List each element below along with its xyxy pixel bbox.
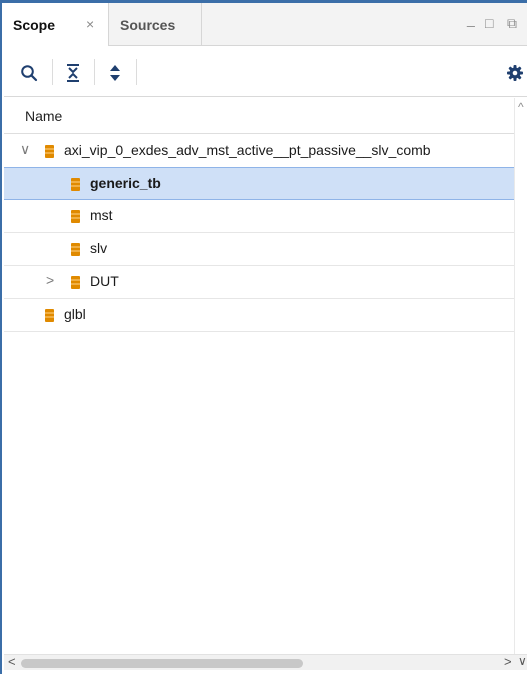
scroll-left-icon[interactable]: < [8,654,16,669]
gear-icon [507,65,523,81]
tab-sources-label: Sources [120,16,176,33]
tab-sources[interactable]: Sources [110,3,202,46]
tree-row-label: DUT [90,273,119,289]
tab-strip: Scope × Sources _ □ ⧉ [4,3,527,46]
toolbar-separator [94,59,95,85]
maximize-icon[interactable]: □ [485,15,493,31]
tree-row-label: glbl [64,306,86,322]
tree-row-label: mst [90,207,113,223]
chevron-down-icon[interactable]: ∨ [20,141,30,158]
scroll-up-icon[interactable]: ^ [518,100,524,114]
tab-scope[interactable]: Scope × [4,3,109,46]
column-header-label: Name [25,108,63,124]
expand-all-button[interactable] [104,62,126,84]
scroll-down-icon[interactable]: ∨ [518,654,527,668]
column-header-name[interactable]: Name [4,98,514,134]
chevron-right-icon[interactable]: > [46,272,54,288]
tree-row[interactable]: > DUT [4,266,514,299]
toolbar-separator [136,59,137,85]
tree-row-label: generic_tb [90,175,161,191]
vertical-scrollbar[interactable]: ^ [514,98,527,654]
module-icon [71,210,80,223]
scrollbar-thumb[interactable] [21,659,303,668]
module-icon [45,145,54,158]
module-icon [45,309,54,322]
module-icon [71,243,80,256]
module-icon [71,178,80,191]
expand-all-icon [110,65,120,81]
tree-row-label: slv [90,240,108,256]
tab-scope-label: Scope [13,16,56,33]
toolbar [4,47,527,97]
float-icon[interactable]: ⧉ [507,15,517,32]
scroll-right-icon[interactable]: > [504,654,512,669]
close-tab-icon[interactable]: × [86,16,94,32]
tree-row[interactable]: slv [4,233,514,266]
settings-button[interactable] [504,62,526,84]
toolbar-separator [52,59,53,85]
tree-row[interactable]: glbl [4,299,514,332]
collapse-all-button[interactable] [62,62,84,84]
minimize-icon[interactable]: _ [467,11,475,27]
scope-panel: Scope × Sources _ □ ⧉ Name ∨ axi_vip_0_e… [0,0,527,674]
search-button[interactable] [18,62,40,84]
tree-row[interactable]: mst [4,200,514,233]
tree-row-selected[interactable]: generic_tb [4,167,514,200]
module-icon [71,276,80,289]
collapse-all-icon [67,64,79,82]
search-icon [21,65,38,82]
horizontal-scrollbar[interactable]: < > ∨ [4,654,527,670]
tree-row[interactable]: ∨ axi_vip_0_exdes_adv_mst_active__pt_pas… [4,135,514,168]
tree-row-label: axi_vip_0_exdes_adv_mst_active__pt_passi… [64,142,431,158]
